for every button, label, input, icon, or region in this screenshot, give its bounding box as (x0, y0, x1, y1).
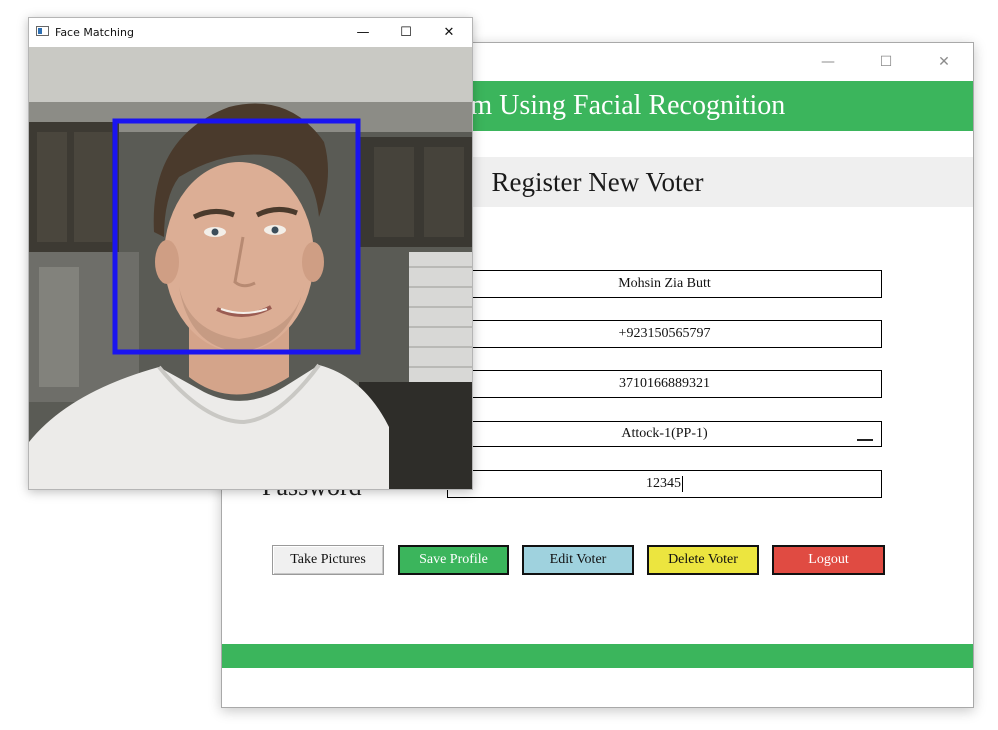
name-field[interactable]: Mohsin Zia Butt (447, 270, 882, 298)
name-value: Mohsin Zia Butt (618, 276, 711, 291)
face-minimize-button[interactable]: — (343, 18, 383, 47)
phone-value: +923150565797 (618, 326, 711, 341)
webcam-feed (29, 47, 472, 489)
face-window-titlebar[interactable]: Face Matching — ☐ ✕ (29, 18, 472, 47)
close-button[interactable]: ✕ (915, 43, 973, 81)
face-maximize-button[interactable]: ☐ (386, 18, 426, 47)
edit-voter-button[interactable]: Edit Voter (522, 545, 634, 575)
logout-button[interactable]: Logout (772, 545, 885, 575)
face-matching-window: Face Matching — ☐ ✕ (28, 17, 473, 490)
webcam-frame (29, 47, 472, 489)
password-value: 12345 (646, 476, 681, 491)
window-controls: — ☐ ✕ (799, 43, 973, 81)
phone-field[interactable]: +923150565797 (447, 320, 882, 348)
save-profile-button[interactable]: Save Profile (398, 545, 509, 575)
footer-bar (222, 644, 973, 668)
maximize-button[interactable]: ☐ (857, 43, 915, 81)
constituency-value: Attock-1(PP-1) (621, 426, 708, 441)
constituency-select[interactable]: Attock-1(PP-1) (447, 421, 882, 447)
cnic-field[interactable]: 3710166889321 (447, 370, 882, 398)
minimize-button[interactable]: — (799, 43, 857, 81)
face-window-title: Face Matching (55, 26, 134, 39)
delete-voter-button[interactable]: Delete Voter (647, 545, 759, 575)
dropdown-arrow-icon[interactable] (857, 431, 873, 441)
cnic-value: 3710166889321 (619, 376, 710, 391)
app-window-icon (36, 26, 49, 36)
take-pictures-button[interactable]: Take Pictures (272, 545, 384, 575)
password-field[interactable]: 12345 (447, 470, 882, 498)
text-cursor (682, 476, 683, 492)
face-close-button[interactable]: ✕ (429, 18, 469, 47)
